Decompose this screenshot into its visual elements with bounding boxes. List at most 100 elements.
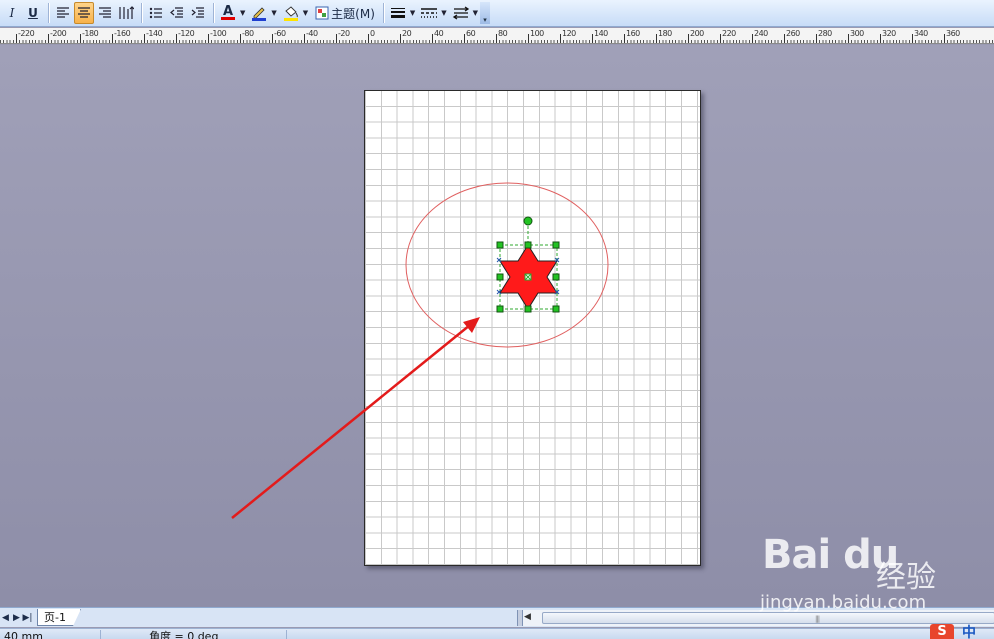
line-weight-button[interactable] (388, 2, 408, 24)
line-ends-dropdown-icon[interactable]: ▼ (473, 9, 478, 17)
ruler-label: 240 (754, 29, 768, 38)
ruler-major-tick (720, 34, 721, 43)
drawing-canvas[interactable] (0, 45, 994, 607)
line-weight-dropdown-icon[interactable]: ▼ (410, 9, 415, 17)
sogou-icon: S (930, 624, 954, 639)
status-empty-cell (286, 630, 466, 639)
font-color-button[interactable]: A (218, 2, 238, 24)
previous-page-icon[interactable]: ◀ (0, 610, 11, 626)
line-weight-icon (390, 8, 405, 18)
align-left-button[interactable] (53, 2, 73, 24)
last-page-icon[interactable]: ▶| (22, 610, 33, 626)
toolbar-separator (48, 3, 49, 23)
ruler-major-tick (208, 34, 209, 43)
ruler-major-tick (176, 34, 177, 43)
ruler-major-tick (848, 34, 849, 43)
ruler-major-tick (592, 34, 593, 43)
ruler-major-tick (336, 34, 337, 43)
line-pattern-icon (421, 8, 438, 18)
toolbar-separator (382, 3, 384, 23)
underline-label: U (28, 6, 38, 20)
ruler-major-tick (528, 34, 529, 43)
ruler-major-tick (48, 34, 49, 43)
theme-button[interactable]: 主题(M) (312, 2, 378, 24)
ruler-major-tick (400, 34, 401, 43)
ruler-label: 200 (690, 29, 704, 38)
ruler-major-tick (560, 34, 561, 43)
theme-icon (315, 6, 329, 20)
ruler-major-tick (624, 34, 625, 43)
ruler-major-tick (880, 34, 881, 43)
ruler-label: -100 (210, 29, 227, 38)
watermark-jingyan: 经验 (876, 560, 936, 595)
vertical-justify-icon (119, 6, 134, 19)
align-center-button[interactable] (74, 2, 94, 24)
tab-page-1[interactable]: 页-1 (37, 609, 81, 626)
font-color-dropdown-icon[interactable]: ▼ (240, 9, 245, 17)
ruler-label: 100 (530, 29, 544, 38)
increase-indent-button[interactable] (188, 2, 208, 24)
ruler-major-tick (464, 34, 465, 43)
ruler-label: 120 (562, 29, 576, 38)
drawing-page[interactable] (364, 90, 701, 566)
ruler-label: -40 (306, 29, 318, 38)
font-color-swatch (221, 17, 235, 20)
ruler-major-tick (80, 34, 81, 43)
line-color-dropdown-icon[interactable]: ▼ (271, 9, 276, 17)
ime-mode: 中 (962, 624, 976, 639)
next-page-icon[interactable]: ▶ (11, 610, 22, 626)
bullets-button[interactable] (146, 2, 166, 24)
status-width: 40 mm (4, 630, 43, 639)
line-pattern-dropdown-icon[interactable]: ▼ (441, 9, 446, 17)
italic-label: I (9, 6, 15, 20)
pencil-line-color-icon (252, 7, 267, 21)
theme-label: 主题(M) (331, 6, 375, 21)
line-color-button[interactable] (249, 2, 269, 24)
underline-button[interactable]: U (23, 2, 43, 24)
ruler-major-tick (432, 34, 433, 43)
fill-color-button[interactable] (281, 2, 301, 24)
page-tab-label: 页-1 (44, 611, 66, 624)
status-angle: 角度 = 0 deg (100, 630, 282, 639)
scroll-left-icon[interactable]: ◀ (524, 612, 531, 622)
toolbar-separator (213, 3, 214, 23)
ruler-label: -80 (242, 29, 254, 38)
ruler-label: 340 (914, 29, 928, 38)
align-right-button[interactable] (95, 2, 115, 24)
ruler-label: -220 (18, 29, 35, 38)
ruler-label: 360 (946, 29, 960, 38)
line-ends-button[interactable] (451, 2, 471, 24)
italic-button[interactable]: I (2, 2, 22, 24)
ruler-major-tick (656, 34, 657, 43)
ime-indicator[interactable]: S 中 (930, 624, 994, 639)
increase-indent-icon (191, 7, 204, 18)
ruler-label: 320 (882, 29, 896, 38)
ruler-major-tick (944, 34, 945, 43)
ruler-label: 140 (594, 29, 608, 38)
ruler-major-tick (368, 34, 369, 43)
toolbar-options-icon[interactable]: ▾ (480, 2, 491, 24)
line-ends-icon (452, 6, 469, 20)
ruler-label: 0 (370, 29, 375, 38)
line-pattern-button[interactable] (419, 2, 439, 24)
scroll-splitter[interactable] (518, 610, 523, 626)
ruler-label: 40 (434, 29, 444, 38)
ruler-major-tick (304, 34, 305, 43)
decrease-indent-button[interactable] (167, 2, 187, 24)
ruler-label: -180 (82, 29, 99, 38)
justify-vertical-button[interactable] (116, 2, 136, 24)
toolbar-separator (141, 3, 142, 23)
formatting-toolbar: I U A ▼ ▼ ▼ 主题(M) ▼ ▼ ▼ ▾ (0, 0, 994, 27)
align-center-icon (78, 7, 90, 18)
horizontal-ruler: -220 -200 -180 -160 -140 -120 -100 -80 -60 -40 -20… (0, 28, 994, 44)
ruler-major-tick (752, 34, 753, 43)
ruler-label: 280 (818, 29, 832, 38)
ruler-major-tick (496, 34, 497, 43)
ruler-major-tick (912, 34, 913, 43)
decrease-indent-icon (170, 7, 183, 18)
ruler-label: 60 (466, 29, 476, 38)
fill-color-dropdown-icon[interactable]: ▼ (303, 9, 308, 17)
ruler-major-tick (240, 34, 241, 43)
ruler-major-tick (688, 34, 689, 43)
ruler-label: 180 (658, 29, 672, 38)
